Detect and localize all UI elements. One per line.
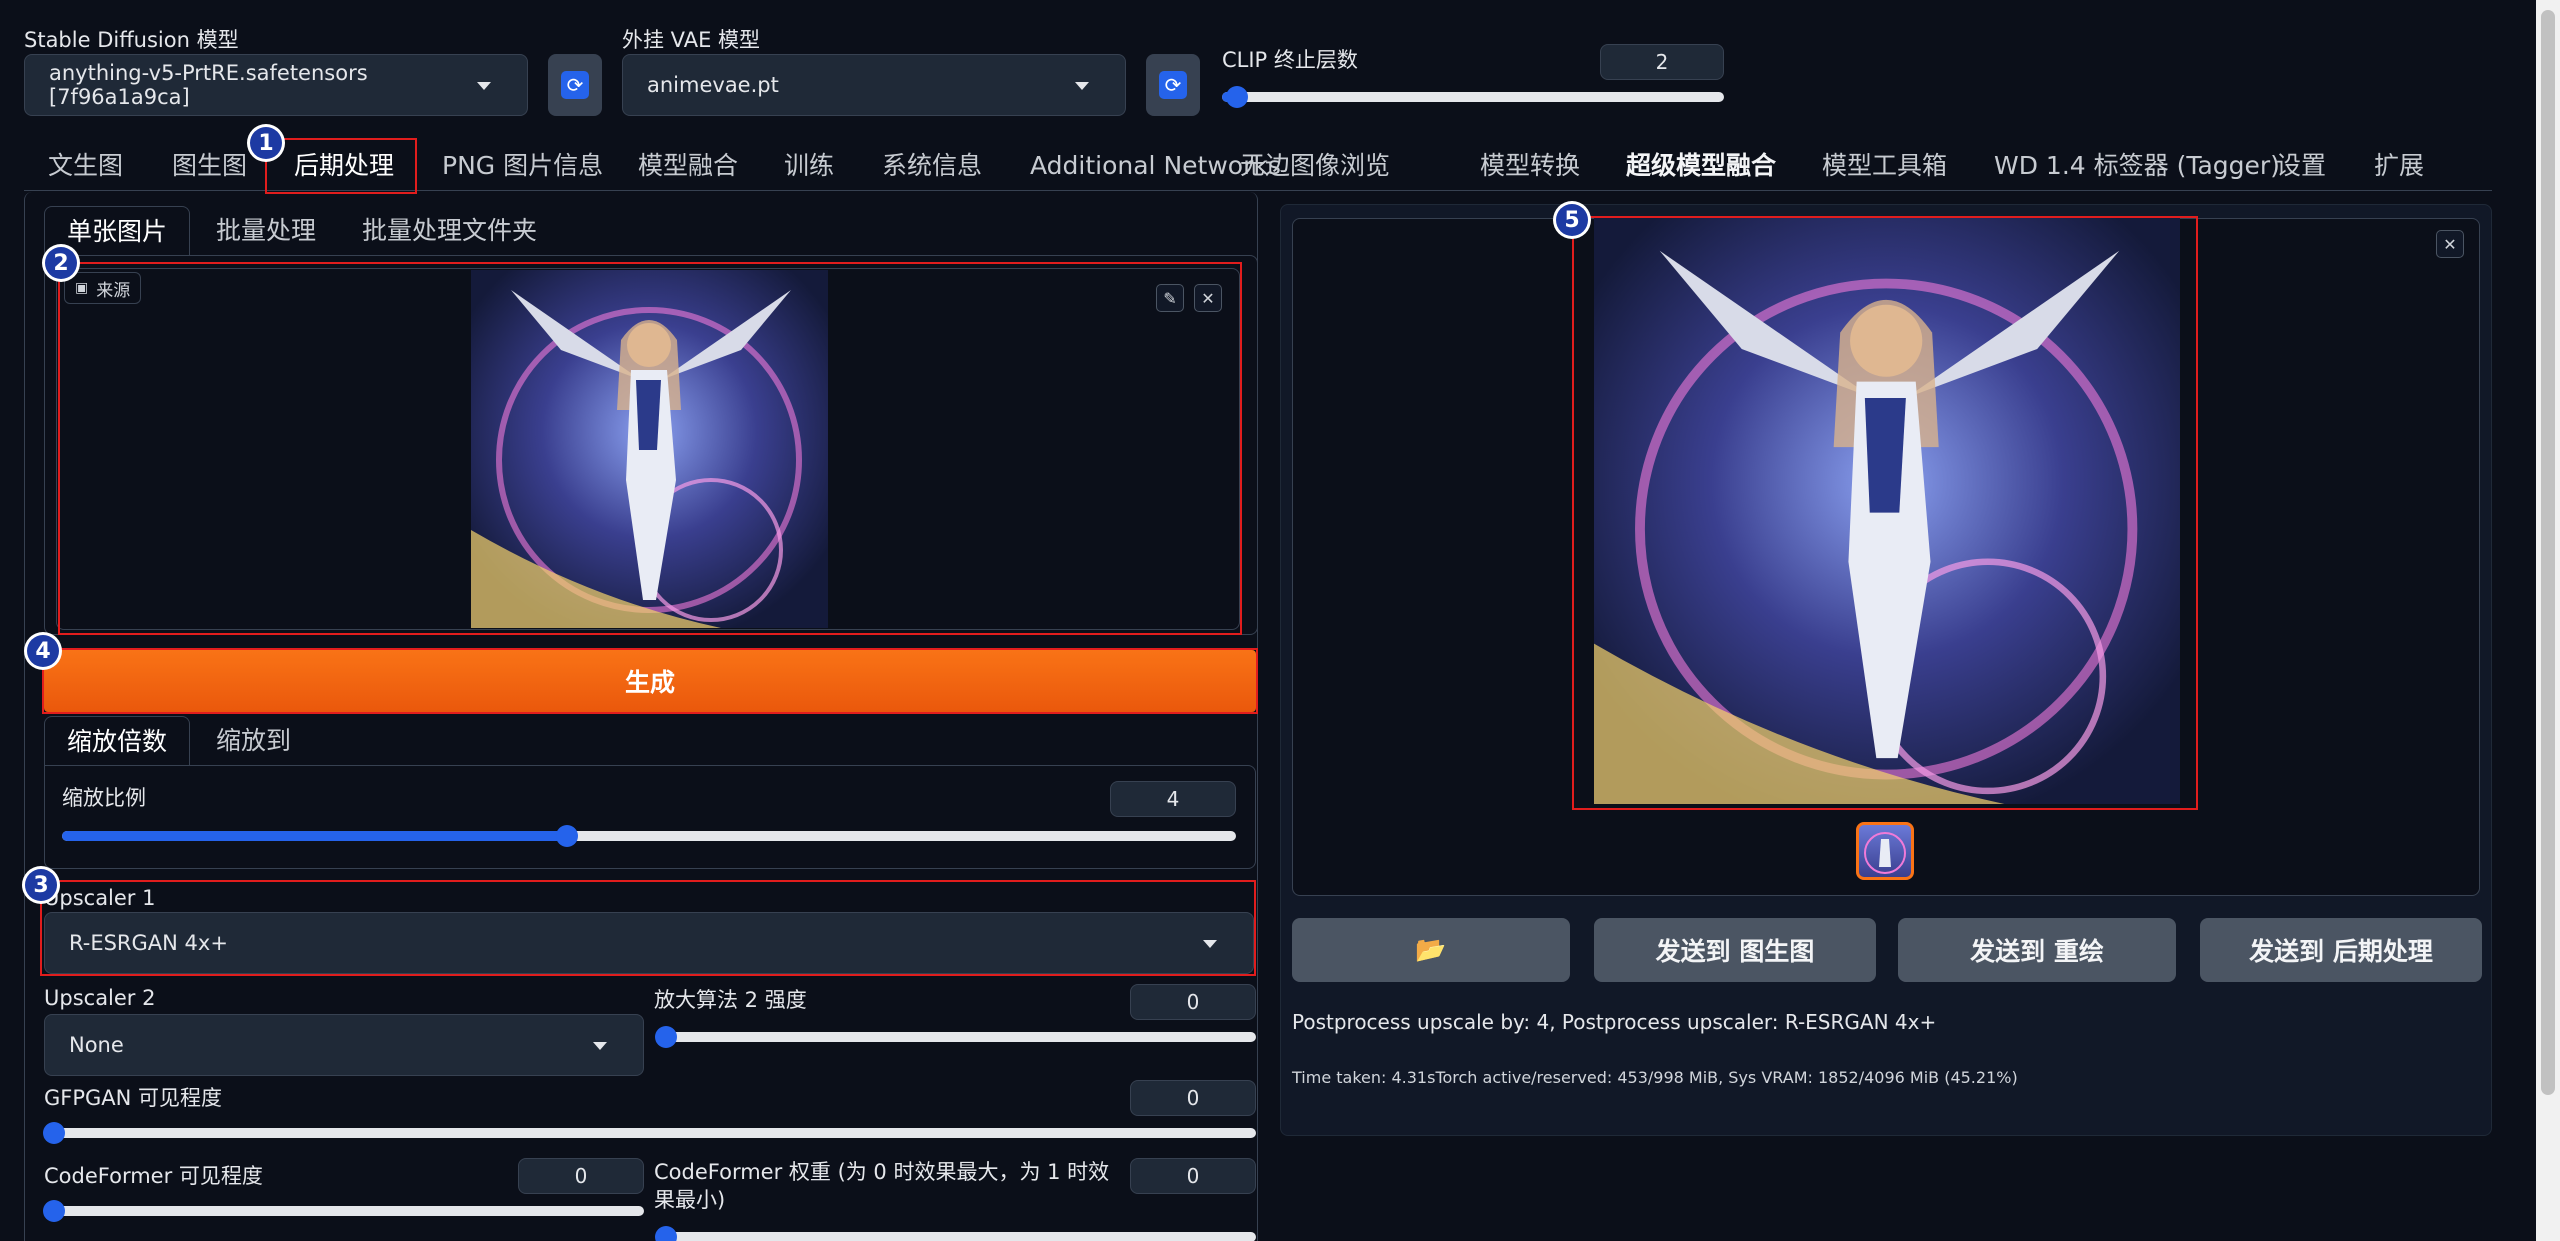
clip-skip-label: CLIP 终止层数 [1222,48,1358,72]
tab-png-info[interactable]: PNG 图片信息 [442,148,603,184]
performance-info: Time taken: 4.31sTorch active/reserved: … [1292,1068,2018,1087]
thumbnail-artwork [1864,832,1906,874]
scrollbar-thumb[interactable] [2541,10,2555,1095]
annotation-badge-5: 5 [1553,201,1591,239]
upscaler2-value: None [69,1033,124,1057]
gfpgan-input[interactable]: 0 [1130,1080,1256,1116]
upscaler2-strength-input[interactable]: 0 [1130,984,1256,1020]
gfpgan-slider[interactable] [43,1122,1256,1144]
slider-thumb[interactable] [655,1226,677,1241]
send-to-img2img-button[interactable]: 发送到 图生图 [1594,918,1876,982]
sd-model-label: Stable Diffusion 模型 [24,28,239,52]
highlight-generate [42,648,1258,714]
highlight-extras-tab [265,138,417,194]
tab-image-browser[interactable]: 无边图像浏览 [1240,148,1390,184]
highlight-upscaler1 [40,880,1256,976]
vae-dropdown[interactable]: animevae.pt [622,54,1126,116]
highlight-image-input [58,262,1242,635]
annotation-badge-2: 2 [42,244,80,282]
vae-label: 外挂 VAE 模型 [622,28,761,52]
vae-value: animevae.pt [647,73,779,97]
clip-skip-input[interactable]: 2 [1600,44,1724,80]
codeformer-visibility-label: CodeFormer 可见程度 [44,1164,263,1188]
refresh-sd-model-button[interactable]: ⟳ [548,54,602,116]
annotation-badge-3: 3 [22,866,60,904]
codeformer-visibility-slider[interactable] [43,1200,644,1222]
upscaler2-strength-label: 放大算法 2 强度 [654,988,807,1012]
tab-extensions[interactable]: 扩展 [2374,148,2424,184]
output-thumbnail[interactable] [1856,822,1914,880]
subtab-batch-folder[interactable]: 批量处理文件夹 [362,206,537,256]
open-folder-button[interactable]: 📂 [1292,918,1570,982]
subtab-batch-process[interactable]: 批量处理 [216,206,316,256]
codeformer-weight-label: CodeFormer 权重 (为 0 时效果最大，为 1 时效果最小) [654,1160,1110,1212]
subtab-scale-by[interactable]: 缩放倍数 [44,716,191,766]
annotation-badge-4: 4 [24,632,62,670]
annotation-badge-1: 1 [247,124,285,162]
slider-thumb[interactable] [1226,86,1249,108]
slider-thumb[interactable] [655,1026,677,1048]
tab-super-merger[interactable]: 超级模型融合 [1626,148,1776,184]
tab-model-toolkit[interactable]: 模型工具箱 [1822,148,1947,184]
tab-img2img[interactable]: 图生图 [172,148,247,184]
clip-skip-slider[interactable] [1222,86,1724,108]
highlight-output-image [1572,216,2198,810]
tab-train[interactable]: 训练 [784,148,834,184]
tab-checkpoint-merger[interactable]: 模型融合 [638,148,738,184]
upscaler2-strength-slider[interactable] [655,1026,1256,1048]
sd-model-dropdown[interactable]: anything-v5-PrtRE.safetensors [7f96a1a9c… [24,54,528,116]
scale-input[interactable]: 4 [1110,781,1236,817]
codeformer-visibility-input[interactable]: 0 [518,1158,644,1194]
tab-txt2img[interactable]: 文生图 [48,148,123,184]
generation-info: Postprocess upscale by: 4, Postprocess u… [1292,1010,1937,1034]
upscaler2-label: Upscaler 2 [44,986,156,1010]
scale-slider[interactable] [62,825,1236,847]
close-icon[interactable]: ✕ [2436,230,2464,258]
scale-panel [44,765,1256,869]
upscaler2-dropdown[interactable]: None [44,1014,644,1076]
codeformer-weight-input[interactable]: 0 [1130,1158,1256,1194]
refresh-icon: ⟳ [561,71,589,99]
gfpgan-label: GFPGAN 可见程度 [44,1086,223,1110]
tab-system-info[interactable]: 系统信息 [882,148,982,184]
folder-icon: 📂 [1415,935,1447,964]
subtab-scale-to[interactable]: 缩放到 [216,716,291,766]
tab-tagger[interactable]: WD 1.4 标签器 (Tagger) [1994,148,2280,184]
slider-thumb[interactable] [555,825,578,847]
sd-model-value: anything-v5-PrtRE.safetensors [7f96a1a9c… [49,61,368,109]
tab-settings[interactable]: 设置 [2276,148,2326,184]
chevron-down-icon [477,82,491,90]
refresh-icon: ⟳ [1159,71,1187,99]
scale-label: 缩放比例 [62,786,146,810]
slider-thumb[interactable] [43,1122,65,1144]
codeformer-weight-slider[interactable] [655,1226,1256,1241]
refresh-vae-button[interactable]: ⟳ [1146,54,1200,116]
tab-model-converter[interactable]: 模型转换 [1480,148,1580,184]
send-to-extras-button[interactable]: 发送到 后期处理 [2200,918,2482,982]
chevron-down-icon [593,1042,607,1050]
send-to-inpaint-button[interactable]: 发送到 重绘 [1898,918,2176,982]
chevron-down-icon [1075,82,1089,90]
slider-thumb[interactable] [43,1200,65,1222]
